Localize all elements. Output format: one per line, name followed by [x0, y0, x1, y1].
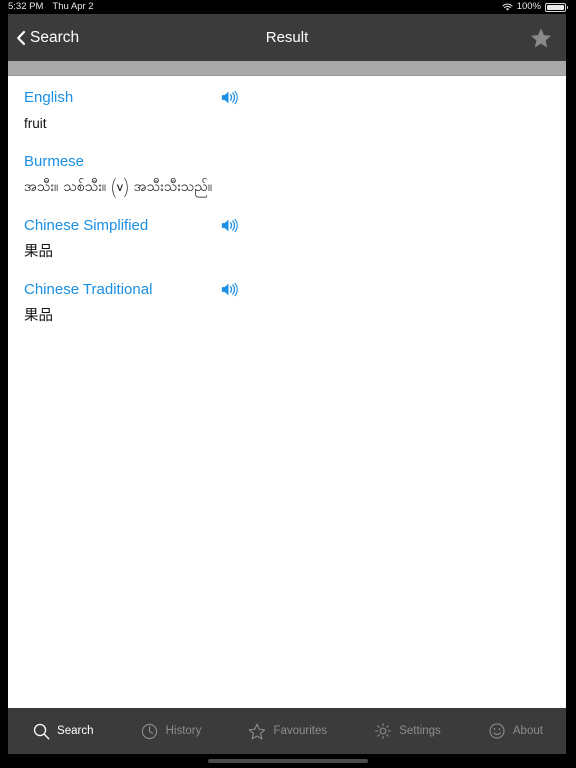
speaker-icon[interactable]: [220, 87, 242, 107]
star-filled-icon[interactable]: [528, 25, 554, 51]
tab-history-label: History: [165, 725, 202, 737]
status-bar-left: 5:32 PM Thu Apr 2: [8, 0, 94, 14]
result-entry-header: Chinese Simplified: [8, 212, 566, 238]
status-date: Thu Apr 2: [52, 1, 94, 12]
result-value: fruit: [24, 116, 47, 131]
home-indicator[interactable]: [208, 759, 368, 763]
page-title: Result: [265, 29, 309, 46]
speaker-icon[interactable]: [220, 279, 242, 299]
result-value: 果品: [24, 308, 53, 324]
tab-settings[interactable]: Settings: [367, 717, 447, 745]
result-language-label[interactable]: English: [24, 89, 220, 106]
result-entry: Chinese Simplified 果品: [8, 212, 566, 262]
result-language-label[interactable]: Burmese: [24, 153, 220, 170]
clock-icon: [140, 721, 160, 741]
tab-search-label: Search: [57, 725, 94, 737]
tab-about[interactable]: About: [481, 717, 549, 745]
status-time: 5:32 PM: [8, 1, 44, 12]
tab-about-label: About: [512, 725, 543, 737]
magnifier-icon: [31, 721, 51, 741]
result-entry: English fruit: [8, 84, 566, 134]
result-value: 果品: [24, 244, 53, 260]
result-entry-header: Burmese: [8, 148, 566, 174]
status-bar: 5:32 PM Thu Apr 2 100%: [0, 0, 576, 14]
navigation-bar: Search Result: [8, 14, 566, 61]
battery-percent-label: 100%: [516, 1, 541, 12]
result-entry: Burmese အသီး။ သစ်သီး။ (v) အသီးသီးသည်။: [8, 148, 566, 198]
star-outline-icon: [247, 721, 267, 741]
speaker-icon[interactable]: [220, 215, 242, 235]
battery-icon: [545, 2, 568, 12]
result-language-label[interactable]: Chinese Simplified: [24, 217, 220, 234]
entry-spacer: [8, 262, 566, 276]
status-bar-right: 100%: [502, 0, 568, 14]
wifi-icon: [502, 3, 513, 12]
result-entry-header: Chinese Traditional: [8, 276, 566, 302]
tab-settings-label: Settings: [399, 725, 441, 737]
result-entry-header: English: [8, 84, 566, 110]
smiley-icon: [487, 721, 507, 741]
tab-favourites[interactable]: Favourites: [241, 717, 333, 745]
result-list: English fruit Burmese အသီး။ သစ်သီး။ (v) …: [8, 76, 566, 732]
tab-bar: Search History Favourites Settings About: [8, 708, 566, 754]
back-button-label: Search: [30, 28, 80, 46]
tab-history[interactable]: History: [134, 717, 208, 745]
entry-spacer: [8, 134, 566, 148]
chevron-left-icon: [16, 30, 26, 46]
device-frame: 5:32 PM Thu Apr 2 100% Search Result Eng…: [0, 0, 576, 768]
back-button[interactable]: Search: [16, 29, 79, 47]
tab-search[interactable]: Search: [25, 717, 99, 745]
tab-favourites-label: Favourites: [273, 725, 328, 737]
result-value: အသီး။ သစ်သီး။ (v) အသီးသီးသည်။: [24, 177, 213, 198]
result-language-label[interactable]: Chinese Traditional: [24, 281, 220, 298]
entry-spacer: [8, 198, 566, 212]
result-entry: Chinese Traditional 果品: [8, 276, 566, 326]
app-screen: Search Result English fruit Burmese အသီး…: [8, 14, 566, 754]
section-strip: [8, 61, 566, 76]
gear-icon: [373, 721, 393, 741]
